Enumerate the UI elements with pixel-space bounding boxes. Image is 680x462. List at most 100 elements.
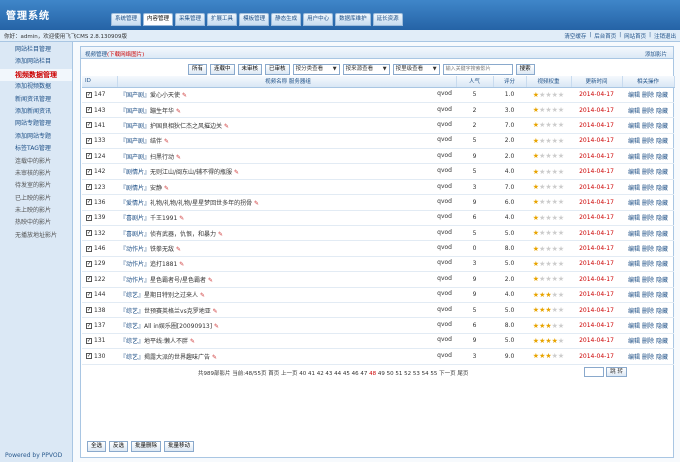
edit-icon[interactable]: ✎ (210, 354, 217, 361)
edit-icon[interactable]: ✎ (222, 123, 229, 130)
row-action-link[interactable]: 隐藏 (656, 231, 668, 238)
row-action-link[interactable]: 编辑 (628, 92, 640, 99)
video-name-link[interactable]: 安静 (150, 185, 162, 192)
row-action-link[interactable]: 隐藏 (656, 92, 668, 99)
row-action-link[interactable]: 删除 (642, 108, 654, 115)
row-action-link[interactable]: 编辑 (628, 354, 640, 361)
video-name-link[interactable]: 星色霸者号/星色霸者 (150, 277, 206, 284)
video-name-link[interactable]: 护国良相狄仁杰之风摧边关 (150, 123, 222, 130)
video-name-link[interactable]: 千王1991 (150, 215, 177, 222)
row-action-link[interactable]: 编辑 (628, 277, 640, 284)
sidebar-item[interactable]: 添加视频数据 (0, 81, 72, 93)
row-action-link[interactable]: 编辑 (628, 323, 640, 330)
row-action-link[interactable]: 编辑 (628, 123, 640, 130)
sidebar-item[interactable]: 热映中的影片 (0, 217, 72, 229)
sidebar-item[interactable]: 添加网站栏目 (0, 56, 72, 68)
row-action-link[interactable]: 隐藏 (656, 185, 668, 192)
column-header[interactable]: ID (82, 76, 118, 88)
row-action-link[interactable]: 编辑 (628, 246, 640, 253)
column-header[interactable]: 视频名称 服务器组 (117, 76, 457, 88)
nav-tab[interactable]: 扩展工具 (207, 13, 238, 26)
top-link[interactable]: 清空缓存 (564, 32, 586, 40)
row-action-link[interactable]: 删除 (642, 308, 654, 315)
row-checkbox[interactable]: ✓ (86, 214, 92, 221)
star-icon[interactable]: ★ (558, 214, 564, 222)
row-action-link[interactable]: 编辑 (628, 200, 640, 207)
row-action-link[interactable]: 编辑 (628, 308, 640, 315)
row-action-link[interactable]: 隐藏 (656, 246, 668, 253)
row-checkbox[interactable]: ✓ (86, 337, 92, 344)
star-icon[interactable]: ★ (558, 152, 564, 160)
row-action-link[interactable]: 隐藏 (656, 354, 668, 361)
sidebar-item[interactable]: 添加新闻资讯 (0, 106, 72, 118)
row-action-link[interactable]: 隐藏 (656, 308, 668, 315)
category-link[interactable]: 『喜剧片』 (120, 215, 150, 222)
edit-icon[interactable]: ✎ (177, 215, 184, 222)
column-header[interactable]: 相关操作 (622, 76, 675, 88)
edit-icon[interactable]: ✎ (162, 138, 169, 145)
row-action-link[interactable]: 删除 (642, 200, 654, 207)
row-action-link[interactable]: 隐藏 (656, 338, 668, 345)
sidebar-item[interactable]: 新闻资讯管理 (0, 94, 72, 106)
edit-icon[interactable]: ✎ (174, 154, 181, 161)
row-action-link[interactable]: 编辑 (628, 215, 640, 222)
category-link[interactable]: 『动作片』 (120, 246, 150, 253)
top-link[interactable]: 后台首页 (594, 32, 616, 40)
category-link[interactable]: 『动作片』 (120, 277, 150, 284)
edit-icon[interactable]: ✎ (174, 108, 181, 115)
nav-tab[interactable]: 模板管理 (239, 13, 270, 26)
category-link[interactable]: 『剧情片』 (120, 185, 150, 192)
video-name-link[interactable]: 星期日特别之过来人 (144, 292, 198, 299)
video-name-link[interactable]: 蹦生年华 (150, 108, 174, 115)
row-action-link[interactable]: 隐藏 (656, 323, 668, 330)
edit-icon[interactable]: ✎ (188, 338, 195, 345)
row-checkbox[interactable]: ✓ (86, 322, 92, 329)
row-checkbox[interactable]: ✓ (86, 245, 92, 252)
video-name-link[interactable]: 爱心小天使 (150, 92, 180, 99)
star-icon[interactable]: ★ (558, 275, 564, 283)
category-link[interactable]: 『国产剧』 (120, 154, 150, 161)
row-action-link[interactable]: 删除 (642, 169, 654, 176)
row-action-link[interactable]: 删除 (642, 354, 654, 361)
bulk-button[interactable]: 全选 (87, 441, 107, 452)
nav-tab[interactable]: 系统管理 (111, 13, 142, 26)
row-checkbox[interactable]: ✓ (86, 199, 92, 206)
jump-button[interactable]: 跳 转 (606, 366, 627, 377)
edit-icon[interactable]: ✎ (162, 185, 169, 192)
video-name-link[interactable]: 扫黑行动 (150, 154, 174, 161)
row-action-link[interactable]: 隐藏 (656, 123, 668, 130)
video-name-link[interactable]: 结伴 (150, 138, 162, 145)
video-name-link[interactable]: 侦有武器，仇恨，和暴力 (150, 231, 216, 238)
star-icon[interactable]: ★ (558, 229, 564, 237)
pager-links[interactable]: 共989部影片 当前:48/55页 首页 上一页 40 41 42 43 44 … (198, 371, 369, 377)
sidebar-item[interactable]: 连载中的影片 (0, 156, 72, 168)
edit-icon[interactable]: ✎ (174, 246, 181, 253)
edit-icon[interactable]: ✎ (216, 231, 223, 238)
sidebar-item[interactable]: 视频数据管理 (0, 68, 72, 82)
row-action-link[interactable]: 删除 (642, 185, 654, 192)
row-action-link[interactable]: 删除 (642, 292, 654, 299)
row-action-link[interactable]: 删除 (642, 261, 654, 268)
row-action-link[interactable]: 隐藏 (656, 261, 668, 268)
sidebar-item[interactable]: 待发室的影片 (0, 180, 72, 192)
row-action-link[interactable]: 删除 (642, 123, 654, 130)
row-action-link[interactable]: 隐藏 (656, 169, 668, 176)
row-action-link[interactable]: 隐藏 (656, 154, 668, 161)
category-link[interactable]: 『综艺』 (120, 354, 144, 361)
video-name-link[interactable]: 无则江山/闽东山/辅不得的瓶服 (150, 169, 232, 176)
row-action-link[interactable]: 编辑 (628, 108, 640, 115)
category-link[interactable]: 『综艺』 (120, 292, 144, 299)
search-input[interactable]: 输入关键字搜索影片 (442, 64, 513, 75)
bulk-button[interactable]: 批量移动 (164, 441, 195, 452)
nav-tab[interactable]: 采集管理 (175, 13, 206, 26)
row-action-link[interactable]: 删除 (642, 92, 654, 99)
edit-icon[interactable]: ✎ (232, 169, 239, 176)
row-action-link[interactable]: 隐藏 (656, 138, 668, 145)
filter-button[interactable]: 所有 (188, 64, 208, 75)
row-action-link[interactable]: 隐藏 (656, 200, 668, 207)
video-name-link[interactable]: 礼物/礼物/礼物/星星梦回世多年的拐骨 (150, 200, 252, 207)
sidebar-item[interactable]: 网站栏目管理 (0, 44, 72, 56)
star-icon[interactable]: ★ (558, 245, 564, 253)
row-action-link[interactable]: 删除 (642, 323, 654, 330)
top-link[interactable]: 网站首页 (624, 32, 646, 40)
